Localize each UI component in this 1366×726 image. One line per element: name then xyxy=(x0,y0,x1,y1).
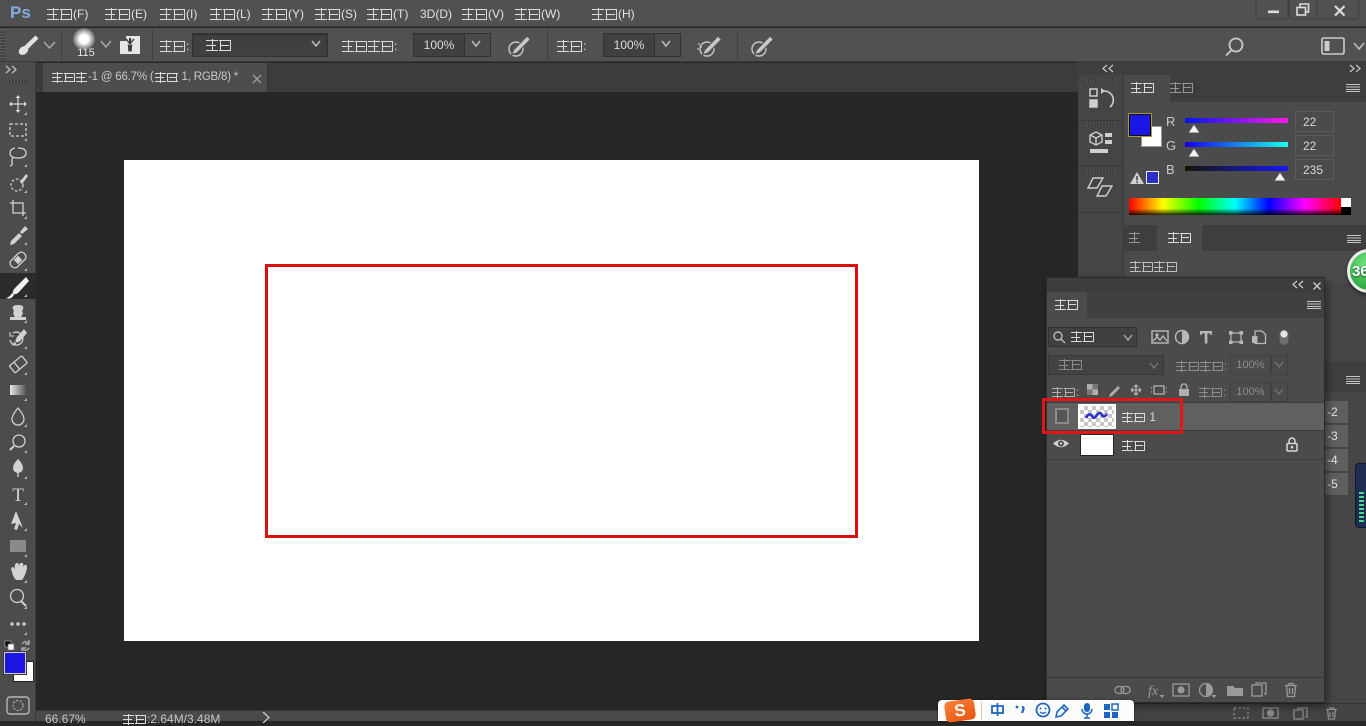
svg-text:fx: fx xyxy=(1148,684,1159,699)
svg-text:T: T xyxy=(12,485,24,506)
